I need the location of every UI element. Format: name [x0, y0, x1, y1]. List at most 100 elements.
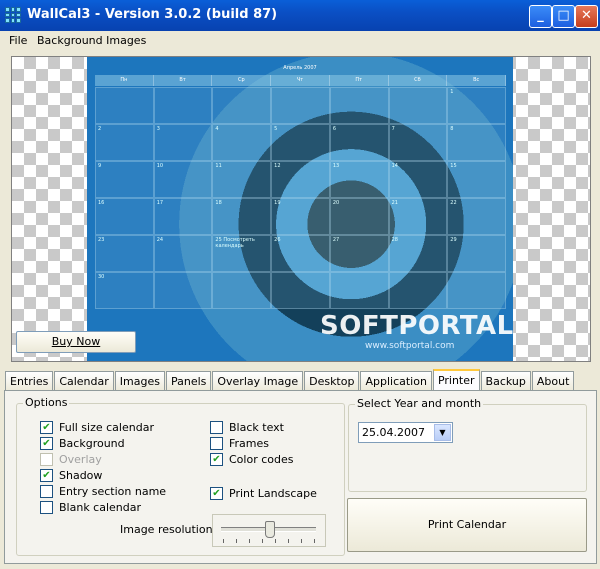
- watermark-url: www.softportal.com: [365, 341, 455, 351]
- close-button[interactable]: ✕: [575, 5, 598, 28]
- checkbox-box[interactable]: [210, 437, 223, 450]
- calendar-day-cell: [153, 272, 213, 309]
- calendar-day-cell: 3: [153, 124, 213, 161]
- calendar-preview: Апрель 2007 Пн Вт Ср Чт Пт Сб Вс 1 2 3 4 5 6 7 8 9 10 11…: [11, 56, 591, 362]
- checkbox-label: Overlay: [59, 453, 102, 466]
- maximize-button[interactable]: □: [552, 5, 575, 28]
- calendar-day-cell: [271, 87, 330, 124]
- calendar-day-cell: 11: [212, 161, 272, 198]
- tab-images[interactable]: Images: [114, 371, 165, 391]
- calendar-day-cell: [212, 87, 272, 124]
- select-year-group: Select Year and month 25.04.2007 ▼: [348, 397, 587, 492]
- tab-desktop[interactable]: Desktop: [304, 371, 360, 391]
- calendar-weekday: Вс: [447, 75, 507, 86]
- calendar-day-cell: 25 Посмотреть календарь: [212, 235, 272, 272]
- tab-overlay-image[interactable]: Overlay Image: [212, 371, 304, 391]
- calendar-day-cell: 8: [447, 124, 506, 161]
- calendar-day-cell: 16: [95, 198, 154, 235]
- checkbox-box[interactable]: ✔: [40, 421, 53, 434]
- app-grid-icon: [5, 7, 21, 23]
- watermark-logo: SOFTPORTAL: [320, 311, 513, 341]
- checkbox-label: Shadow: [59, 469, 103, 482]
- calendar-day-cell: 13: [329, 161, 389, 198]
- tab-panels[interactable]: Panels: [165, 371, 212, 391]
- calendar-day-cell: [388, 87, 448, 124]
- calendar-day-cell: 18: [212, 198, 272, 235]
- entry-section-name-checkbox[interactable]: Entry section name: [40, 485, 166, 498]
- slider-tick: [314, 539, 315, 543]
- calendar-day-cell: 27: [329, 235, 389, 272]
- checkbox-label: Blank calendar: [59, 501, 142, 514]
- tab-entries[interactable]: Entries: [5, 371, 54, 391]
- black-text-checkbox[interactable]: Black text: [210, 421, 284, 434]
- menu-background-images[interactable]: Background Images: [37, 34, 146, 47]
- print-landscape-checkbox[interactable]: ✔ Print Landscape: [210, 487, 317, 500]
- menu-bar: File Background Images: [0, 31, 600, 50]
- calendar-day-cell: 30: [95, 272, 154, 309]
- slider-thumb[interactable]: [264, 521, 275, 538]
- calendar-day-cell: 29: [447, 235, 506, 272]
- frames-checkbox[interactable]: Frames: [210, 437, 269, 450]
- minimize-button[interactable]: _: [529, 5, 552, 28]
- checkbox-box[interactable]: ✔: [40, 469, 53, 482]
- calendar-weekday: Вт: [154, 75, 213, 86]
- checkbox-label: Entry section name: [59, 485, 167, 498]
- calendar-day-cell: 21: [388, 198, 448, 235]
- tab-strip: Entries Calendar Images Panels Overlay Image…: [5, 369, 575, 392]
- calendar-day-cell: 6: [329, 124, 389, 161]
- checkbox-box[interactable]: [40, 453, 53, 466]
- calendar-day-cell: 9: [95, 161, 154, 198]
- calendar-weekday: Ср: [212, 75, 272, 86]
- slider-tick: [288, 539, 289, 543]
- image-resolution-slider[interactable]: [212, 514, 326, 547]
- calendar-month-title: Апрель 2007: [283, 65, 317, 71]
- window-title: WallCal3 - Version 3.0.2 (build 87): [27, 7, 278, 22]
- calendar-day-cell: 2: [95, 124, 154, 161]
- tab-about[interactable]: About: [531, 371, 575, 391]
- checkbox-box[interactable]: [40, 485, 53, 498]
- calendar-day-cell: [447, 272, 506, 309]
- tab-application[interactable]: Application: [360, 371, 432, 391]
- calendar-day-cell: 28: [388, 235, 448, 272]
- overlay-checkbox[interactable]: Overlay: [40, 453, 102, 466]
- slider-tick: [262, 539, 263, 543]
- select-year-group-title: Select Year and month: [355, 397, 484, 410]
- slider-tick: [275, 539, 276, 543]
- tab-backup[interactable]: Backup: [480, 371, 531, 391]
- dropdown-arrow-icon[interactable]: ▼: [434, 424, 451, 441]
- checkbox-box[interactable]: ✔: [210, 453, 223, 466]
- print-calendar-button[interactable]: Print Calendar: [347, 498, 587, 552]
- buy-now-button[interactable]: Buy Now: [16, 331, 136, 353]
- blank-calendar-checkbox[interactable]: Blank calendar: [40, 501, 141, 514]
- calendar-grid: 1 2 3 4 5 6 7 8 9 10 11 12 13 14 15 16 17 18 19 20 21 22 23 24 2…: [95, 87, 506, 309]
- calendar-day-cell: 4: [212, 124, 272, 161]
- calendar-day-cell: 20: [329, 198, 389, 235]
- tab-calendar[interactable]: Calendar: [54, 371, 114, 391]
- menu-file[interactable]: File: [9, 34, 27, 47]
- options-group-title: Options: [23, 396, 70, 409]
- app-window: WallCal3 - Version 3.0.2 (build 87) _ □ …: [0, 0, 600, 569]
- calendar-weekday: Чт: [271, 75, 330, 86]
- checkbox-box[interactable]: ✔: [40, 437, 53, 450]
- calendar-day-cell: 22: [447, 198, 506, 235]
- slider-tick: [301, 539, 302, 543]
- calendar-day-cell: 23: [95, 235, 154, 272]
- shadow-checkbox[interactable]: ✔ Shadow: [40, 469, 102, 482]
- checkbox-box[interactable]: ✔: [210, 487, 223, 500]
- calendar-day-cell: [271, 272, 330, 309]
- calendar-day-cell: 26: [271, 235, 330, 272]
- calendar-day-cell: 12: [271, 161, 330, 198]
- slider-tick: [249, 539, 250, 543]
- checkbox-box[interactable]: [210, 421, 223, 434]
- tab-printer[interactable]: Printer: [432, 369, 480, 392]
- checkbox-label: Black text: [229, 421, 284, 434]
- color-codes-checkbox[interactable]: ✔ Color codes: [210, 453, 293, 466]
- full-size-calendar-checkbox[interactable]: ✔ Full size calendar: [40, 421, 154, 434]
- date-dropdown[interactable]: 25.04.2007 ▼: [358, 422, 453, 443]
- title-bar[interactable]: WallCal3 - Version 3.0.2 (build 87) _ □ …: [0, 0, 600, 31]
- checkbox-box[interactable]: [40, 501, 53, 514]
- calendar-day-cell: [329, 272, 389, 309]
- calendar-day-cell: 7: [388, 124, 448, 161]
- background-checkbox[interactable]: ✔ Background: [40, 437, 125, 450]
- calendar-day-cell: 17: [153, 198, 213, 235]
